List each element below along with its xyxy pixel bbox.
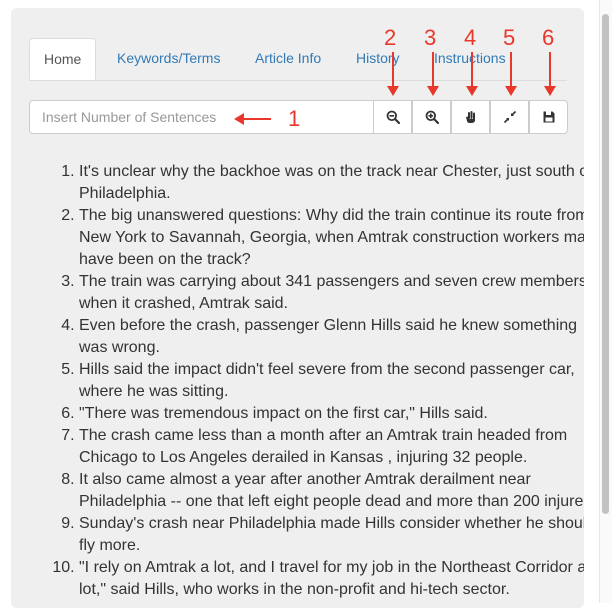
summary-sentence: Even before the crash, passenger Glenn H…: [79, 315, 584, 359]
annotation-arrowhead-6: [544, 86, 556, 96]
hand-icon: [465, 111, 475, 123]
tab-history[interactable]: History: [342, 38, 414, 79]
summary-sentence: The big unanswered questions: Why did th…: [79, 205, 584, 271]
annotation-arrowhead-3: [427, 86, 439, 96]
tab-keywords-terms[interactable]: Keywords/Terms: [103, 38, 234, 79]
summary-sentence-list: It's unclear why the backhoe was on the …: [41, 161, 584, 601]
sentence-count-input[interactable]: [29, 100, 374, 134]
annotation-arrowhead-4: [466, 86, 478, 96]
summary-sentence: It's unclear why the backhoe was on the …: [79, 161, 584, 205]
zoom-out-icon: [386, 110, 400, 124]
compress-icon: [503, 110, 516, 124]
annotation-arrow-6: [549, 52, 551, 88]
annotation-arrow-5: [510, 52, 512, 88]
annotation-label-5: 5: [503, 25, 516, 50]
annotation-arrowhead-5: [505, 86, 517, 96]
zoom-in-icon: [425, 110, 439, 124]
summary-sentence: The train was carrying about 341 passeng…: [79, 271, 584, 315]
annotation-arrow-4: [471, 52, 473, 88]
annotation-label-4: 4: [464, 25, 477, 50]
summary-sentence: The crash came less than a month after a…: [79, 425, 584, 469]
annotation-arrow-2: [392, 52, 394, 88]
compress-button[interactable]: [490, 100, 529, 134]
summary-sentence: Sunday's crash near Philadelphia made Hi…: [79, 513, 584, 557]
tab-home[interactable]: Home: [29, 38, 97, 80]
summary-sentence: Hills said the impact didn't feel severe…: [79, 359, 584, 403]
save-button[interactable]: [529, 100, 568, 134]
scrollbar-thumb[interactable]: [602, 14, 609, 514]
annotation-label-1: 1: [288, 106, 301, 131]
summarizer-panel: Home Keywords/Terms Article Info History…: [11, 8, 584, 608]
summary-sentence: It also came almost a year after another…: [79, 469, 584, 513]
annotation-arrowhead-2: [387, 86, 399, 96]
pan-button[interactable]: [451, 100, 490, 134]
summary-sentence: "I rely on Amtrak a lot, and I travel fo…: [79, 557, 584, 601]
zoom-out-button[interactable]: [373, 100, 412, 134]
annotation-label-2: 2: [384, 25, 397, 50]
zoom-in-button[interactable]: [412, 100, 451, 134]
annotation-label-6: 6: [542, 25, 555, 50]
annotation-label-3: 3: [424, 25, 437, 50]
summary-sentence: "There was tremendous impact on the firs…: [79, 403, 584, 425]
save-icon: [543, 111, 554, 123]
tab-article-info[interactable]: Article Info: [241, 38, 335, 79]
annotation-arrow-3: [432, 52, 434, 88]
tab-bar: Home Keywords/Terms Article Info History…: [29, 38, 567, 81]
page-scrollbar[interactable]: [599, 0, 612, 603]
